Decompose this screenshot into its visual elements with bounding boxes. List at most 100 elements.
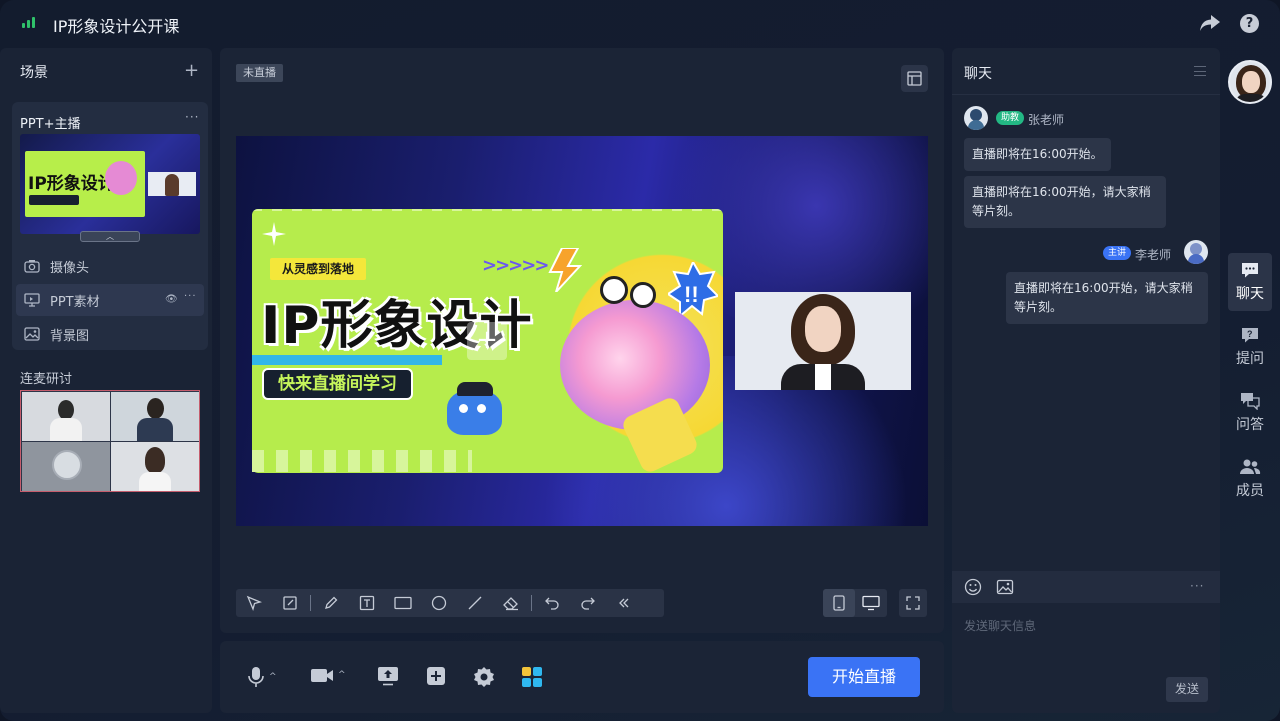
chat-panel-title: 聊天 bbox=[964, 66, 992, 82]
presenter-face bbox=[805, 306, 841, 352]
collapse-thumbnail-button[interactable]: ︿ bbox=[80, 231, 140, 242]
user-avatar[interactable] bbox=[1228, 60, 1272, 104]
scene-thumbnail[interactable]: IP形象设计 bbox=[20, 134, 200, 234]
landscape-view-button[interactable] bbox=[855, 589, 887, 617]
emoji-icon[interactable] bbox=[964, 578, 982, 596]
image-icon bbox=[24, 327, 40, 341]
fullscreen-button[interactable] bbox=[899, 589, 927, 617]
add-box-icon bbox=[427, 667, 445, 685]
eraser-icon bbox=[503, 597, 518, 611]
scene-more-button[interactable]: ··· bbox=[185, 110, 199, 124]
image-upload-icon[interactable] bbox=[996, 578, 1014, 596]
chat-input[interactable]: 发送聊天信息 bbox=[964, 617, 1036, 634]
avatar[interactable] bbox=[1184, 240, 1208, 264]
chat-message: 直播即将在16:00开始，请大家稍等片刻。 bbox=[964, 176, 1166, 228]
mascot-illustration bbox=[447, 382, 502, 435]
rail-tab-members[interactable]: 成员 bbox=[1228, 450, 1272, 508]
undo-tool[interactable] bbox=[534, 589, 570, 617]
select-cursor-icon bbox=[246, 595, 262, 611]
presenter-camera[interactable] bbox=[735, 292, 911, 390]
chat-menu-icon[interactable] bbox=[1194, 66, 1206, 76]
avatar[interactable] bbox=[964, 106, 988, 130]
megaphone-eye bbox=[630, 282, 656, 308]
role-badge-presenter: 主讲 bbox=[1103, 246, 1132, 260]
gear-icon bbox=[474, 667, 494, 687]
source-item-background[interactable]: 背景图 bbox=[16, 318, 204, 350]
source-item-label: PPT素材 bbox=[50, 294, 100, 310]
eraser-tool[interactable] bbox=[493, 589, 529, 617]
ppt-icon bbox=[24, 293, 40, 307]
app-title: IP形象设计公开课 bbox=[53, 17, 180, 36]
slide-tag-top: 从灵感到落地 bbox=[270, 258, 367, 280]
select-tool[interactable] bbox=[236, 589, 272, 617]
share-icon[interactable] bbox=[1199, 13, 1221, 33]
question-icon: ? bbox=[1242, 328, 1258, 343]
pen-tool[interactable] bbox=[313, 589, 349, 617]
participant-video[interactable] bbox=[111, 442, 199, 491]
sender-name: 张老师 bbox=[1028, 113, 1065, 127]
circle-tool[interactable] bbox=[421, 589, 457, 617]
rail-tab-label: 问答 bbox=[1236, 417, 1264, 433]
lianmai-title: 连麦研讨 bbox=[20, 372, 73, 387]
slide-decoration bbox=[252, 450, 472, 472]
visibility-icon[interactable]: 👁 bbox=[165, 294, 178, 305]
help-icon[interactable]: ? bbox=[1240, 14, 1259, 33]
landscape-icon bbox=[862, 595, 880, 611]
microphone-options-caret[interactable]: ^ bbox=[269, 672, 277, 682]
slide-tag-bottom: 快来直播间学习 bbox=[262, 368, 413, 400]
add-source-button[interactable] bbox=[426, 666, 446, 686]
svg-text:!!: !! bbox=[684, 282, 699, 307]
camera-options-caret[interactable]: ^ bbox=[338, 670, 346, 680]
microphone-icon bbox=[248, 667, 264, 687]
title-bar: IP形象设计公开课 ? bbox=[0, 0, 1280, 46]
lightning-icon bbox=[548, 248, 582, 292]
redo-tool[interactable] bbox=[570, 589, 606, 617]
whiteboard-toolbar bbox=[236, 589, 664, 617]
camera-button[interactable]: ^ bbox=[310, 666, 346, 684]
redo-icon bbox=[581, 597, 595, 610]
toolbar-divider bbox=[531, 595, 532, 611]
rail-tab-chat[interactable]: 聊天 bbox=[1228, 253, 1272, 311]
chat-icon bbox=[1242, 263, 1258, 278]
rectangle-tool[interactable] bbox=[385, 589, 421, 617]
text-tool[interactable] bbox=[349, 589, 385, 617]
send-button[interactable]: 发送 bbox=[1166, 677, 1208, 702]
source-item-camera[interactable]: 摄像头 bbox=[16, 250, 204, 282]
collapse-toolbar-button[interactable] bbox=[606, 589, 642, 617]
lianmai-video-grid[interactable] bbox=[20, 390, 200, 492]
megaphone-illustration bbox=[560, 300, 710, 430]
add-element-button[interactable]: + bbox=[467, 322, 507, 360]
role-badge-assistant: 助教 bbox=[996, 111, 1025, 125]
apps-button[interactable] bbox=[521, 666, 543, 688]
line-tool[interactable] bbox=[457, 589, 493, 617]
fullscreen-icon bbox=[906, 596, 920, 610]
chat-divider bbox=[952, 94, 1220, 95]
rail-tab-qa[interactable]: 问答 bbox=[1228, 384, 1272, 442]
portrait-view-button[interactable] bbox=[823, 589, 855, 617]
screen-share-button[interactable] bbox=[377, 666, 399, 686]
participant-video[interactable] bbox=[22, 442, 110, 491]
add-scene-button[interactable]: + bbox=[184, 60, 199, 81]
portrait-icon bbox=[833, 595, 845, 611]
chat-more-button[interactable]: ··· bbox=[1190, 579, 1204, 593]
edit-tool[interactable] bbox=[272, 589, 308, 617]
source-item-label: 背景图 bbox=[50, 328, 90, 344]
start-live-button[interactable]: 开始直播 bbox=[808, 657, 920, 697]
screen-share-icon bbox=[378, 667, 398, 686]
source-more-button[interactable]: ··· bbox=[184, 291, 197, 302]
layout-button[interactable] bbox=[901, 65, 928, 92]
signal-icon bbox=[22, 17, 35, 28]
settings-button[interactable] bbox=[473, 666, 495, 688]
rail-tab-questions[interactable]: ? 提问 bbox=[1228, 318, 1272, 376]
collapse-icon bbox=[619, 598, 629, 608]
thumbnail-slide: IP形象设计 bbox=[25, 151, 145, 217]
participant-video[interactable] bbox=[111, 392, 199, 441]
participant-video[interactable] bbox=[22, 392, 110, 441]
camera-icon bbox=[24, 260, 40, 273]
sparkle-icon bbox=[262, 222, 286, 246]
microphone-button[interactable]: ^ bbox=[247, 666, 277, 688]
megaphone-eye bbox=[600, 276, 628, 304]
orientation-switch bbox=[823, 589, 887, 617]
source-item-label: 摄像头 bbox=[50, 260, 90, 276]
toolbar-divider bbox=[310, 595, 311, 611]
